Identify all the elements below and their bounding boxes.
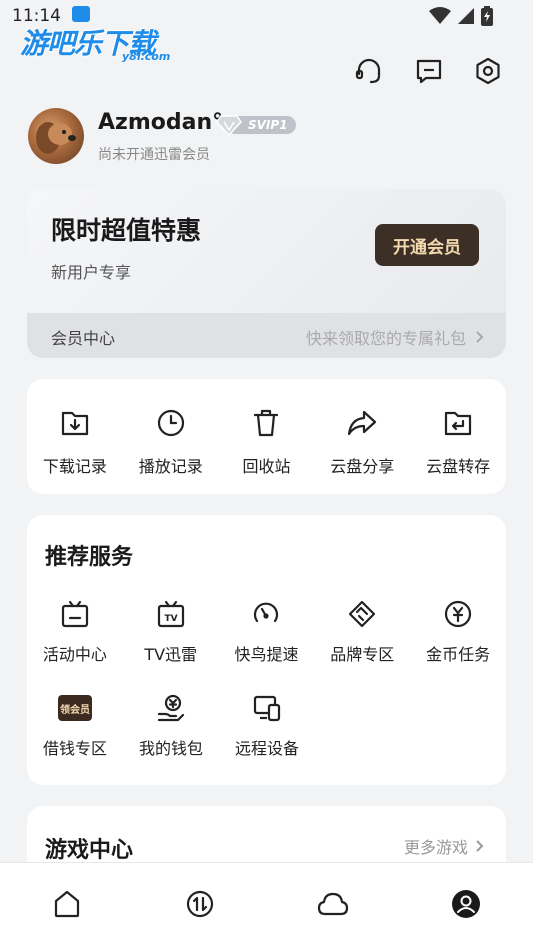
download-folder-icon <box>61 411 88 436</box>
loan-badge-text: 领会员 <box>60 704 90 716</box>
service-activity-center[interactable]: 活动中心 <box>27 599 123 665</box>
logo-badge-icon <box>72 6 90 22</box>
service-brand-zone[interactable]: 品牌专区 <box>314 599 410 665</box>
service-coin-tasks[interactable]: 金币任务 <box>410 599 506 665</box>
avatar[interactable] <box>28 108 84 164</box>
games-title: 游戏中心 <box>45 838 134 863</box>
tab-transfer[interactable] <box>133 863 266 949</box>
speedometer-icon <box>254 602 279 623</box>
service-label: 活动中心 <box>42 645 107 664</box>
service-loan-zone[interactable]: 领会员 借钱专区 <box>27 693 123 759</box>
services-title: 推荐服务 <box>45 545 134 570</box>
activity-tv-icon <box>61 600 88 628</box>
gift-promo[interactable]: 快来领取您的专属礼包 <box>306 325 484 349</box>
loan-badge-icon: 领会员 <box>58 695 92 721</box>
membership-status: 尚未开通迅雷会员 <box>98 147 210 163</box>
trash-icon <box>254 409 279 437</box>
home-icon <box>54 890 79 918</box>
profile-icon <box>452 890 481 918</box>
battery-icon <box>481 6 493 26</box>
quick-action-label: 云盘分享 <box>330 457 395 476</box>
vip-promo-card[interactable]: 限时超值特惠 新用户专享 开通会员 会员中心 快来领取您的专属礼包 <box>27 189 506 358</box>
chevron-right-icon <box>476 840 484 852</box>
service-label: TV迅雷 <box>144 645 198 664</box>
diamond-icon <box>216 115 242 136</box>
svip-badge[interactable]: SVIP1 <box>216 114 296 136</box>
service-remote-devices[interactable]: 远程设备 <box>219 693 315 759</box>
more-games-text: 更多游戏 <box>403 838 468 857</box>
clock-icon <box>157 409 184 437</box>
quick-action-recycle-bin[interactable]: 回收站 <box>219 379 315 494</box>
service-my-wallet[interactable]: 我的钱包 <box>123 693 219 759</box>
service-label: 我的钱包 <box>138 739 203 758</box>
quick-action-cloud-transfer[interactable]: 云盘转存 <box>410 379 506 494</box>
username: Azmodan° <box>98 110 224 135</box>
tab-home[interactable] <box>0 863 133 949</box>
coin-icon <box>444 600 472 628</box>
status-icons <box>429 6 493 26</box>
quick-action-label: 云盘转存 <box>426 457 491 476</box>
tv-icon: TV <box>157 600 184 628</box>
service-tv-xunlei[interactable]: TV TV迅雷 <box>123 599 219 665</box>
gift-promo-text: 快来领取您的专属礼包 <box>305 329 466 348</box>
svg-text:TV: TV <box>164 614 177 624</box>
quick-action-play-history[interactable]: 播放记录 <box>123 379 219 494</box>
quick-action-cloud-share[interactable]: 云盘分享 <box>314 379 410 494</box>
service-speed-boost[interactable]: 快鸟提速 <box>219 599 315 665</box>
tab-profile[interactable] <box>400 863 533 949</box>
services-row-1: 活动中心 TV TV迅雷 快鸟提速 品牌专区 金币任务 <box>27 599 506 665</box>
recommended-services: 推荐服务 活动中心 TV TV迅雷 快鸟提速 品牌专区 金币任务 领会员 借钱专… <box>27 515 506 785</box>
member-center-label: 会员中心 <box>51 329 116 348</box>
quick-action-label: 回收站 <box>242 457 291 476</box>
service-label: 快鸟提速 <box>234 645 299 664</box>
open-membership-button[interactable]: 开通会员 <box>375 224 479 266</box>
headset-icon[interactable] <box>352 54 386 88</box>
more-games-link[interactable]: 更多游戏 <box>404 834 484 858</box>
transfer-icon <box>186 890 213 918</box>
service-label: 借钱专区 <box>42 739 107 758</box>
tab-cloud[interactable] <box>267 863 400 949</box>
quick-action-label: 播放记录 <box>138 457 203 476</box>
vip-subtitle: 新用户专享 <box>51 263 132 282</box>
handshake-icon <box>349 600 376 628</box>
service-label: 远程设备 <box>234 739 299 758</box>
cloud-icon <box>318 892 349 916</box>
signal-icon <box>458 8 474 24</box>
quick-action-download-records[interactable]: 下载记录 <box>27 379 123 494</box>
bottom-tab-bar <box>0 862 533 949</box>
services-row-2: 领会员 借钱专区 我的钱包 远程设备 <box>27 693 506 759</box>
message-icon[interactable] <box>412 54 446 88</box>
transfer-folder-icon <box>444 411 472 436</box>
quick-actions: 下载记录 播放记录 回收站 云盘分享 云盘转存 <box>27 379 506 494</box>
quick-action-label: 下载记录 <box>42 457 107 476</box>
wifi-icon <box>429 7 451 24</box>
settings-icon[interactable] <box>471 54 505 88</box>
member-center-bar[interactable]: 会员中心 快来领取您的专属礼包 <box>27 313 506 358</box>
service-label: 品牌专区 <box>330 645 395 664</box>
devices-icon <box>253 695 281 722</box>
wallet-hand-icon <box>157 694 185 722</box>
share-icon <box>348 410 377 436</box>
watermark-sub: y8l.com <box>122 50 171 63</box>
chevron-right-icon <box>476 331 484 343</box>
vip-title: 限时超值特惠 <box>51 216 202 245</box>
service-label: 金币任务 <box>426 645 491 664</box>
